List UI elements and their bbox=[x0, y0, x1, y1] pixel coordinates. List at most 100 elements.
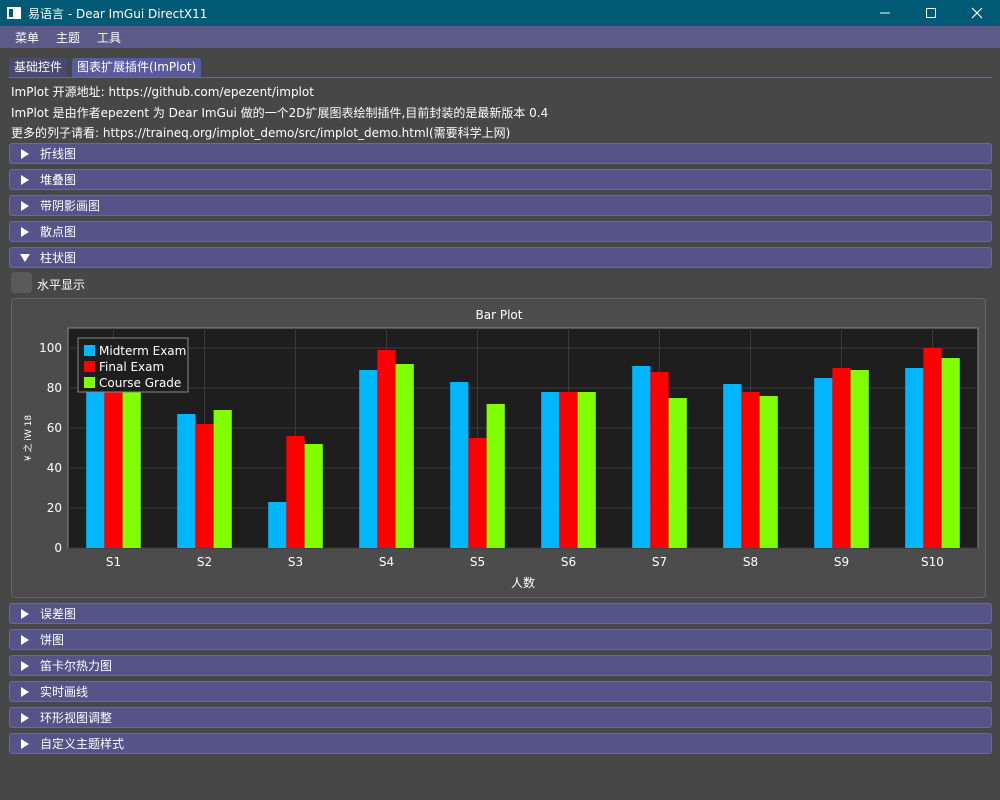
horizontal-display-checkbox[interactable] bbox=[11, 272, 32, 293]
menu-bar: 菜单 主题 工具 bbox=[0, 26, 1000, 48]
x-tick-label: S9 bbox=[834, 555, 849, 569]
menu-item-theme[interactable]: 主题 bbox=[56, 29, 80, 46]
maximize-icon bbox=[926, 8, 936, 18]
header-label: 散点图 bbox=[40, 225, 77, 239]
maximize-button[interactable] bbox=[908, 0, 954, 26]
header-shaded-chart[interactable]: 带阴影画图 bbox=[9, 195, 992, 216]
bar-course-grade bbox=[122, 388, 141, 548]
header-bar-chart[interactable]: 柱状图 bbox=[9, 247, 992, 268]
tab-underline bbox=[9, 77, 992, 78]
header-label: 实时画线 bbox=[40, 685, 89, 699]
arrow-down-icon bbox=[20, 253, 30, 262]
bar-final-exam bbox=[741, 392, 760, 548]
bar-final-exam bbox=[832, 368, 851, 548]
x-tick-label: S2 bbox=[197, 555, 212, 569]
bar-course-grade bbox=[577, 392, 596, 548]
bar-final-exam bbox=[468, 438, 487, 548]
x-tick-label: S5 bbox=[470, 555, 485, 569]
bar-midterm-exam bbox=[268, 502, 287, 548]
bar-midterm-exam bbox=[359, 370, 378, 548]
title-bar: 易语言 - Dear ImGui DirectX11 bbox=[0, 0, 1000, 26]
info-description: ImPlot 是由作者epezent 为 Dear ImGui 做的一个2D扩展… bbox=[11, 106, 549, 120]
bar-midterm-exam bbox=[632, 366, 651, 548]
bar-midterm-exam bbox=[541, 392, 560, 548]
plot-title: Bar Plot bbox=[476, 308, 523, 322]
minimize-button[interactable] bbox=[862, 0, 908, 26]
close-icon bbox=[971, 7, 983, 19]
x-axis-label: 人数 bbox=[511, 575, 535, 590]
header-label: 带阴影画图 bbox=[40, 199, 101, 213]
bar-course-grade bbox=[486, 404, 505, 548]
header-line-chart[interactable]: 折线图 bbox=[9, 143, 992, 164]
tab-implot[interactable]: 图表扩展插件(ImPlot) bbox=[72, 58, 202, 77]
bar-final-exam bbox=[104, 388, 123, 548]
legend-swatch bbox=[84, 345, 95, 356]
close-button[interactable] bbox=[954, 0, 1000, 26]
y-tick-label: 80 bbox=[47, 381, 62, 395]
bar-midterm-exam bbox=[723, 384, 742, 548]
horizontal-display-label: 水平显示 bbox=[37, 278, 86, 292]
y-tick-label: 60 bbox=[47, 421, 62, 435]
y-axis-ticks: 0 20 40 60 80 100 bbox=[39, 341, 62, 555]
bar-course-grade bbox=[395, 364, 414, 548]
header-realtime-line[interactable]: 实时画线 bbox=[9, 681, 992, 702]
header-stacked-chart[interactable]: 堆叠图 bbox=[9, 169, 992, 190]
header-scatter-chart[interactable]: 散点图 bbox=[9, 221, 992, 242]
bar-course-grade bbox=[213, 410, 232, 548]
header-label: 笛卡尔热力图 bbox=[40, 659, 113, 673]
header-label: 误差图 bbox=[40, 607, 77, 621]
y-tick-label: 40 bbox=[47, 461, 62, 475]
app-window: 易语言 - Dear ImGui DirectX11 菜单 主题 工具 基础控件… bbox=[0, 0, 1000, 800]
bar-final-exam bbox=[377, 350, 396, 548]
header-label: 柱状图 bbox=[40, 251, 77, 265]
x-tick-label: S1 bbox=[106, 555, 121, 569]
header-label: 自定义主题样式 bbox=[40, 737, 125, 751]
bar-final-exam bbox=[650, 372, 669, 548]
bar-course-grade bbox=[850, 370, 869, 548]
menu-item-tools[interactable]: 工具 bbox=[97, 29, 121, 46]
header-label: 饼图 bbox=[40, 633, 65, 647]
arrow-right-icon bbox=[21, 148, 29, 159]
bar-course-grade bbox=[304, 444, 323, 548]
arrow-right-icon bbox=[21, 738, 29, 749]
legend-label[interactable]: Midterm Exam bbox=[99, 344, 186, 358]
y-tick-label: 20 bbox=[47, 501, 62, 515]
legend-swatch bbox=[84, 361, 95, 372]
bar-midterm-exam bbox=[905, 368, 924, 548]
header-heatmap[interactable]: 笛卡尔热力图 bbox=[9, 655, 992, 676]
tab-basic-controls[interactable]: 基础控件 bbox=[9, 58, 68, 77]
legend-label[interactable]: Course Grade bbox=[99, 376, 181, 390]
window-title: 易语言 - Dear ImGui DirectX11 bbox=[28, 6, 208, 21]
menu-item-menu[interactable]: 菜单 bbox=[15, 29, 39, 46]
x-tick-label: S10 bbox=[921, 555, 944, 569]
legend-label[interactable]: Final Exam bbox=[99, 360, 164, 374]
minimize-icon bbox=[880, 12, 890, 14]
bar-course-grade bbox=[668, 398, 687, 548]
plot-legend[interactable]: Midterm Exam Final Exam Course Grade bbox=[77, 337, 189, 393]
header-custom-theme[interactable]: 自定义主题样式 bbox=[9, 733, 992, 754]
legend-swatch bbox=[84, 377, 95, 388]
y-tick-label: 0 bbox=[54, 541, 62, 555]
x-tick-label: S6 bbox=[561, 555, 576, 569]
bar-midterm-exam bbox=[177, 414, 196, 548]
bar-final-exam bbox=[195, 424, 214, 548]
bar-course-grade bbox=[941, 358, 960, 548]
header-ring-view[interactable]: 环形视图调整 bbox=[9, 707, 992, 728]
x-tick-label: S8 bbox=[743, 555, 758, 569]
arrow-right-icon bbox=[21, 200, 29, 211]
arrow-right-icon bbox=[21, 686, 29, 697]
x-tick-label: S4 bbox=[379, 555, 394, 569]
y-axis-label: ¥ 之 iW 18 bbox=[22, 415, 34, 461]
app-icon bbox=[7, 7, 21, 19]
arrow-right-icon bbox=[21, 174, 29, 185]
bar-final-exam bbox=[286, 436, 305, 548]
header-label: 折线图 bbox=[40, 147, 77, 161]
bar-plot[interactable]: Bar Plot 0 20 40 60 80 100 S1 S2 S3 S4 S5 S6 S7 S8 S9… bbox=[12, 299, 985, 597]
bar-midterm-exam bbox=[86, 382, 105, 548]
x-tick-label: S7 bbox=[652, 555, 667, 569]
header-pie-chart[interactable]: 饼图 bbox=[9, 629, 992, 650]
header-label: 堆叠图 bbox=[40, 173, 77, 187]
arrow-right-icon bbox=[21, 660, 29, 671]
x-tick-label: S3 bbox=[288, 555, 303, 569]
header-error-chart[interactable]: 误差图 bbox=[9, 603, 992, 624]
